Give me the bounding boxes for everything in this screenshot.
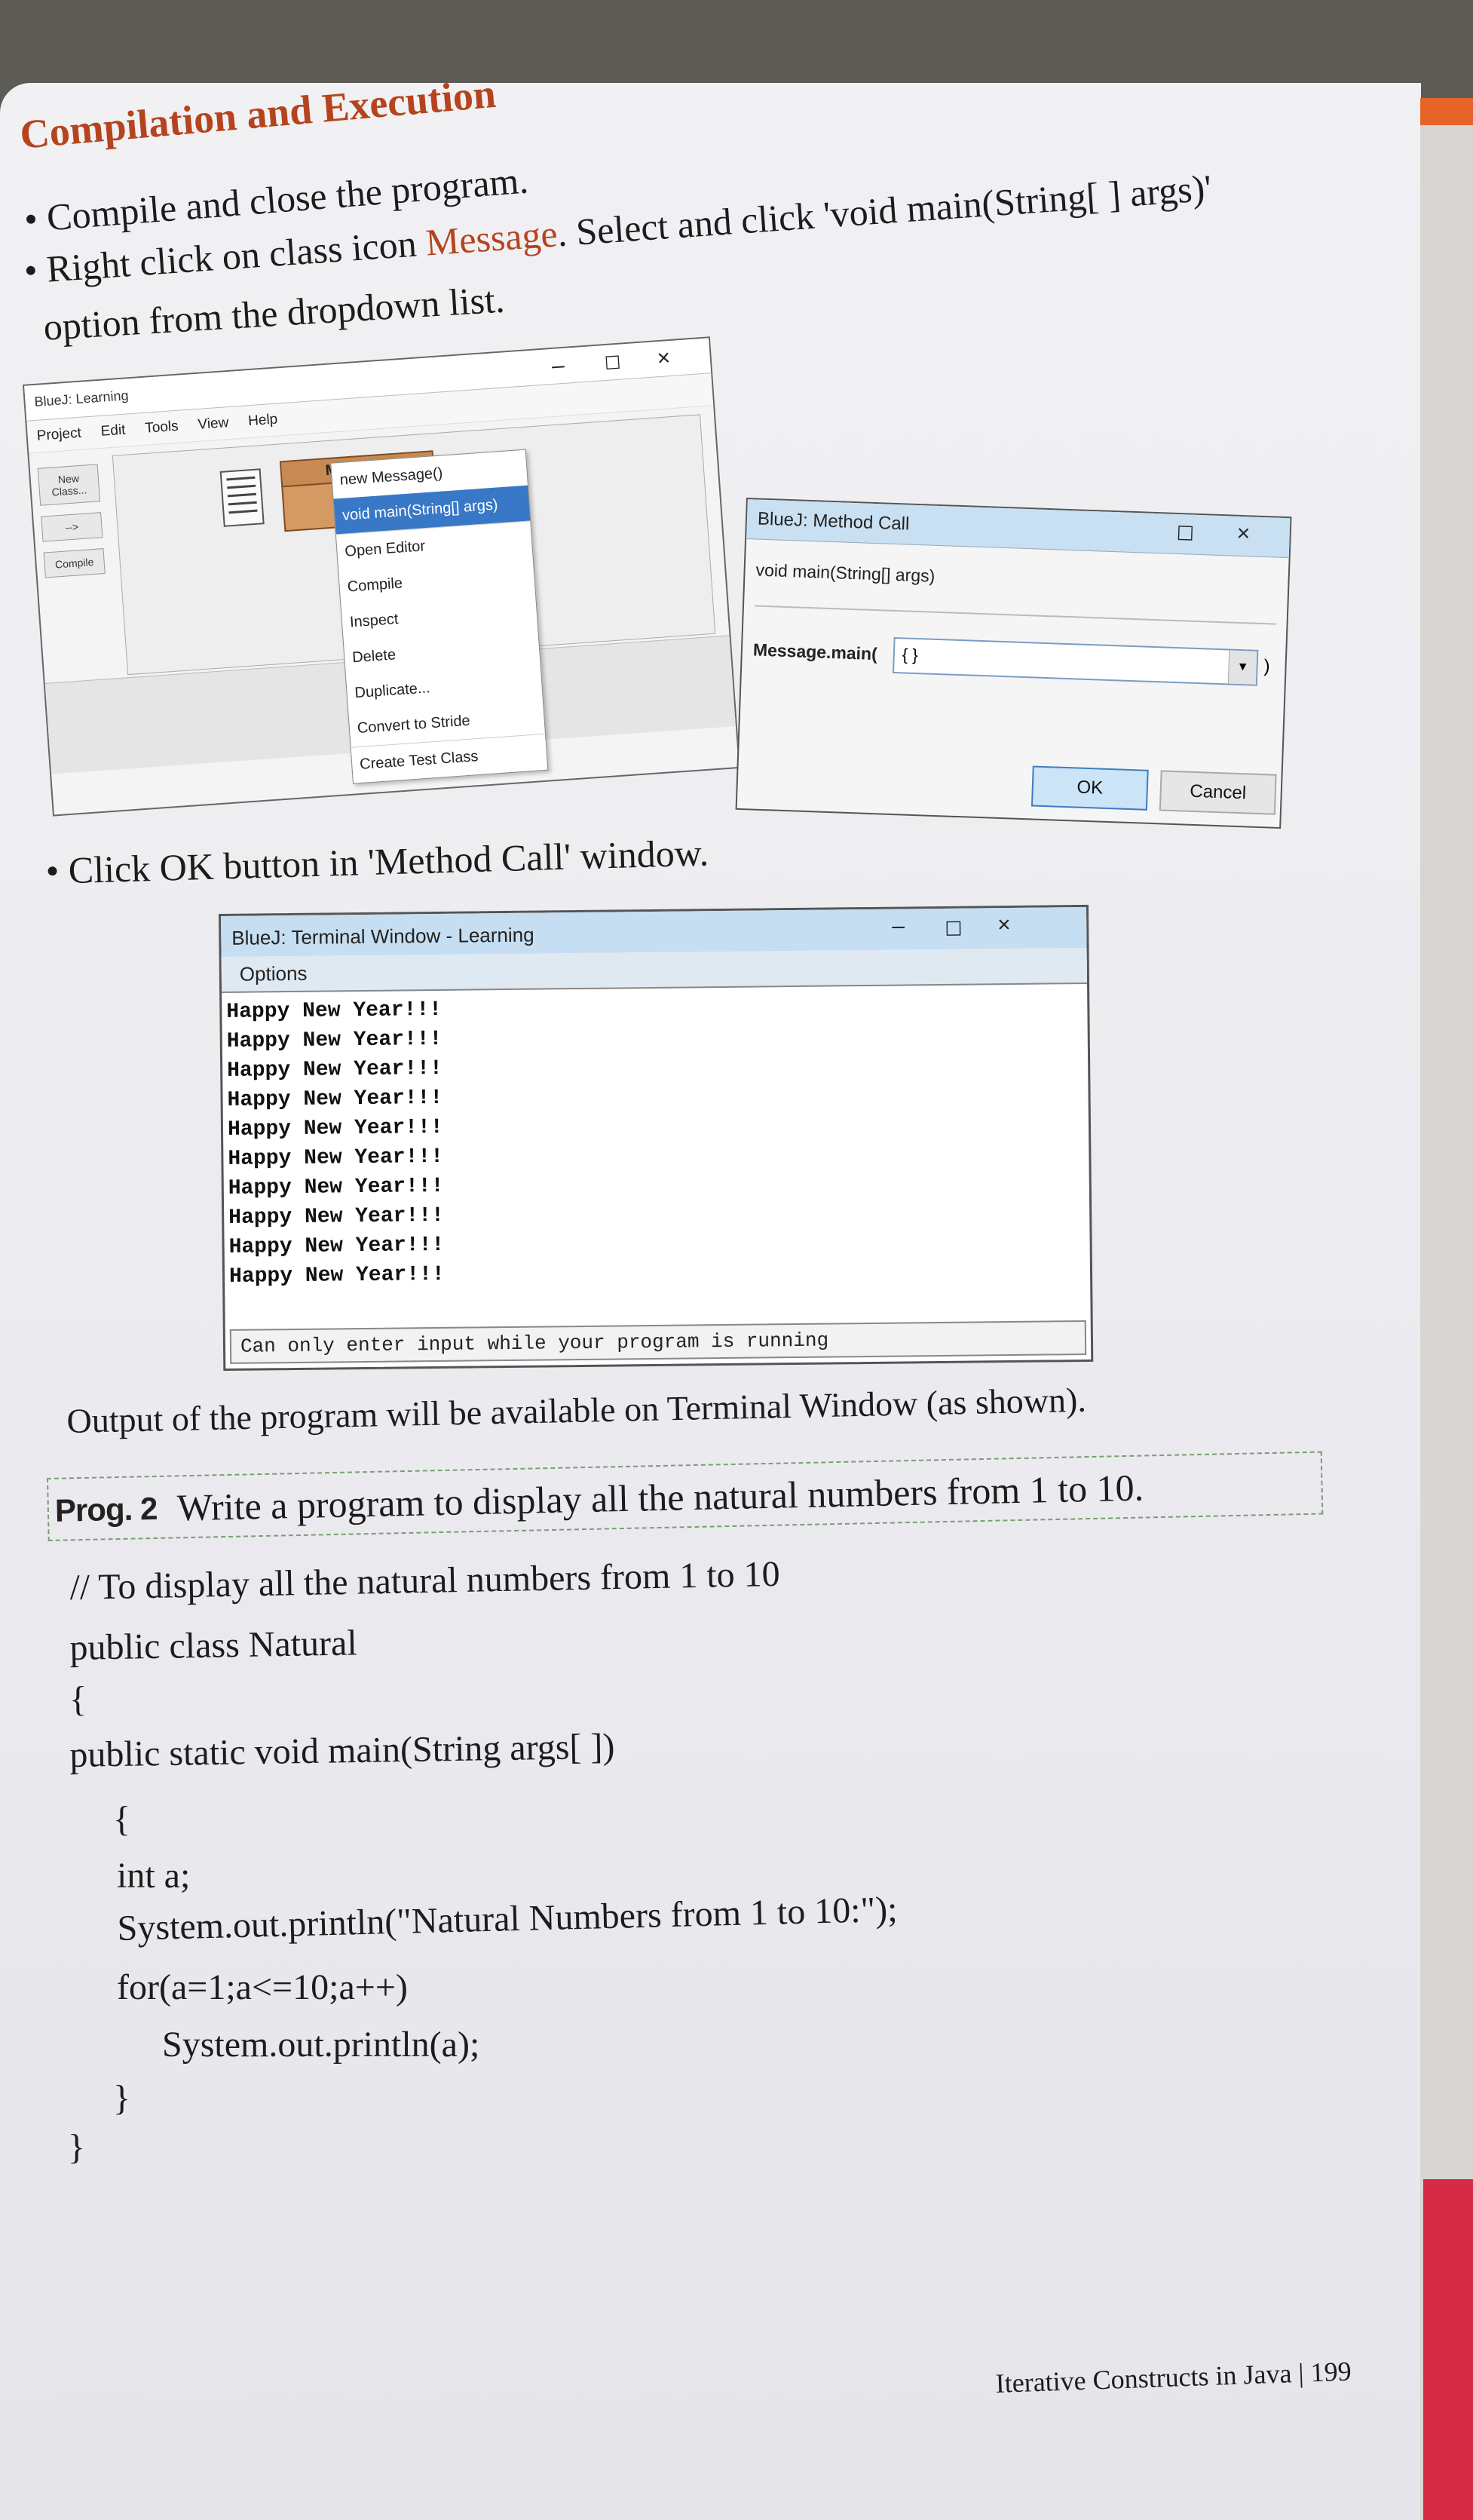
bluej-side-toolbar: New Class... --> Compile <box>37 464 106 588</box>
menu-tools[interactable]: Tools <box>145 418 179 437</box>
terminal-output: Happy New Year!!! Happy New Year!!! Happ… <box>222 984 1090 1304</box>
minimize-icon[interactable]: – <box>892 913 905 939</box>
close-icon[interactable]: × <box>997 912 1011 938</box>
code-for-loop: for(a=1;a<=10;a++) <box>117 1967 408 2007</box>
argument-value: { } <box>902 645 919 665</box>
code-class-decl: public class Natural <box>69 1623 358 1668</box>
divider <box>754 605 1276 625</box>
code-int-decl: int a; <box>117 1856 191 1896</box>
code-println-a: System.out.println(a); <box>162 2025 480 2065</box>
maximize-icon[interactable]: ☐ <box>1176 522 1194 546</box>
menu-help[interactable]: Help <box>247 412 278 431</box>
code-open-brace: { <box>113 1799 131 1839</box>
menu-edit[interactable]: Edit <box>100 422 126 440</box>
program-label: Prog. 2 <box>54 1490 158 1528</box>
readme-icon[interactable] <box>219 468 265 527</box>
terminal-title: BlueJ: Terminal Window - Learning <box>231 923 534 949</box>
method-call-title: BlueJ: Method Call <box>757 508 910 535</box>
bluej-main-window: BlueJ: Learning – ☐ × Project Edit Tools… <box>23 336 740 817</box>
chapter-tab <box>1423 2179 1473 2520</box>
method-call-dialog: BlueJ: Method Call ☐ × void main(String[… <box>735 498 1292 829</box>
program-task: Write a program to display all the natur… <box>176 1466 1144 1529</box>
arrow-button[interactable]: --> <box>41 512 103 542</box>
close-icon[interactable]: × <box>1236 521 1251 547</box>
new-class-button[interactable]: New Class... <box>37 464 101 506</box>
close-icon[interactable]: × <box>657 345 672 372</box>
method-signature: void main(String[] args) <box>755 559 936 586</box>
menu-project[interactable]: Project <box>36 425 82 445</box>
argument-combobox[interactable]: { } ▼ <box>892 636 1259 686</box>
cancel-button[interactable]: Cancel <box>1159 770 1277 815</box>
terminal-input-status[interactable]: Can only enter input while your program … <box>229 1320 1087 1364</box>
close-paren: ) <box>1263 656 1271 677</box>
maximize-icon[interactable]: ☐ <box>945 918 963 941</box>
code-open-brace: { <box>69 1679 87 1719</box>
menu-view[interactable]: View <box>198 415 229 434</box>
class-context-menu: new Message() void main(String[] args) O… <box>330 449 549 784</box>
compile-button[interactable]: Compile <box>43 548 106 578</box>
call-label: Message.main( <box>752 639 878 664</box>
terminal-window: BlueJ: Terminal Window - Learning – ☐ × … <box>219 904 1094 1371</box>
code-main-decl: public static void main(String args[ ]) <box>69 1726 615 1775</box>
ok-button[interactable]: OK <box>1030 765 1149 811</box>
maximize-icon[interactable]: ☐ <box>604 352 621 375</box>
chevron-down-icon[interactable]: ▼ <box>1227 650 1257 685</box>
page-edge-tab <box>1420 98 1473 2520</box>
code-close-brace: } <box>113 2078 131 2118</box>
code-close-brace: } <box>68 2127 86 2167</box>
minimize-icon[interactable]: – <box>551 353 565 379</box>
bluej-window-title: BlueJ: Learning <box>33 388 130 409</box>
